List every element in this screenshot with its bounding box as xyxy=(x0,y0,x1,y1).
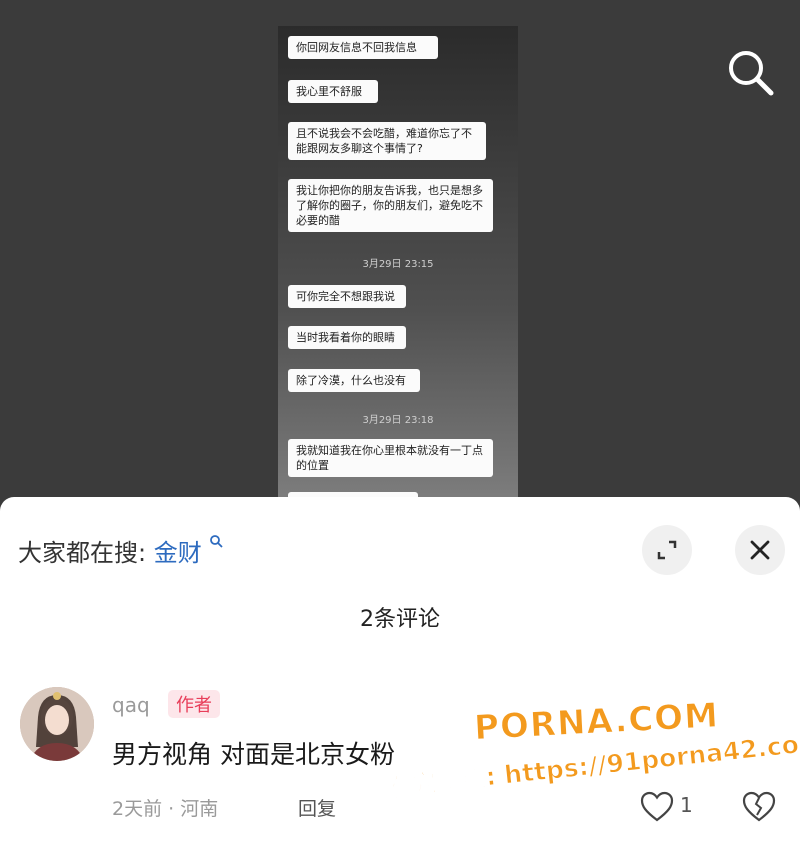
chat-bubble: 可你完全不想跟我说 xyxy=(288,285,406,308)
close-icon xyxy=(750,540,770,560)
expand-button[interactable] xyxy=(642,525,692,575)
chat-bubble: 我让你把你的朋友告诉我，也只是想多了解你的圈子，你的朋友们，避免吃不必要的醋 xyxy=(288,179,493,232)
comment-text: 男方视角 对面是北京女粉 xyxy=(112,740,395,769)
chat-bubble: 且不说我会不会吃醋，难道你忘了不能跟网友多聊这个事情了? xyxy=(288,122,486,160)
hot-search-term[interactable]: 金财 xyxy=(154,539,202,567)
avatar[interactable] xyxy=(20,687,94,761)
expand-icon xyxy=(657,540,677,560)
dislike-icon[interactable] xyxy=(742,791,776,827)
like-icon[interactable] xyxy=(640,791,674,827)
chat-bubble: 当时我看着你的眼睛 xyxy=(288,326,406,349)
chat-bubble: 我就知道我在你心里根本就没有一丁点的位置 xyxy=(288,439,493,477)
comment-meta: 2天前 · 河南 xyxy=(112,798,219,820)
comments-title: 2条评论 xyxy=(360,607,440,632)
video-area[interactable]: 你回网友信息不回我信息 我心里不舒服 且不说我会不会吃醋，难道你忘了不能跟网友多… xyxy=(0,0,800,500)
chat-bubble: 你回网友信息不回我信息 xyxy=(288,36,438,59)
chat-timestamp: 3月29日 23:15 xyxy=(362,259,434,270)
reply-button[interactable]: 回复 xyxy=(298,794,336,821)
search-icon[interactable] xyxy=(722,44,780,102)
close-button[interactable] xyxy=(735,525,785,575)
chat-bubble: 除了冷漠，什么也没有 xyxy=(288,369,420,392)
search-small-icon xyxy=(209,533,224,552)
author-badge: 作者 xyxy=(168,690,220,718)
hot-search-prefix: 大家都在搜: xyxy=(18,539,147,567)
like-count: 1 xyxy=(680,793,693,817)
chat-screenshot: 你回网友信息不回我信息 我心里不舒服 且不说我会不会吃醋，难道你忘了不能跟网友多… xyxy=(278,26,518,500)
chat-timestamp: 3月29日 23:18 xyxy=(362,415,434,426)
comment-username[interactable]: qaq xyxy=(112,693,150,717)
hot-search-row[interactable]: 大家都在搜: 金财 xyxy=(18,533,224,568)
chat-bubble: 我心里不舒服 xyxy=(288,80,378,103)
